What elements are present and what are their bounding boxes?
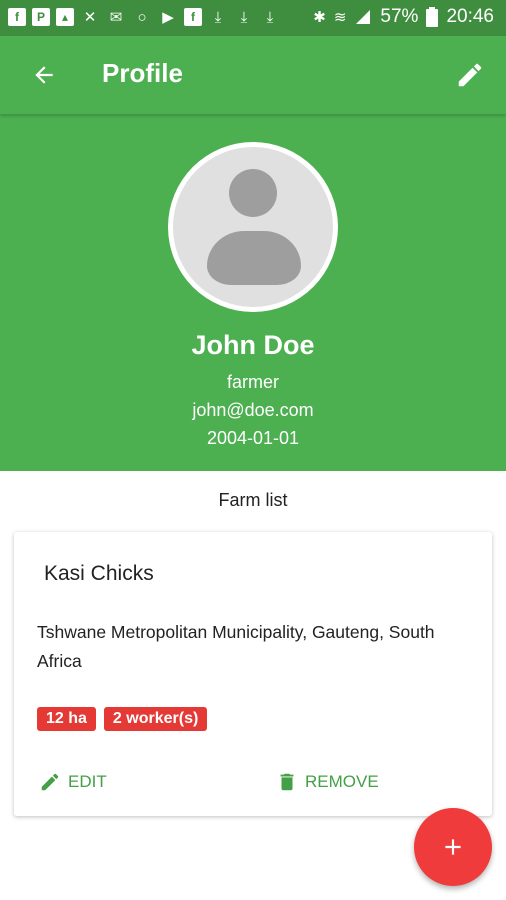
user-role: farmer (226, 372, 279, 392)
avatar-head-shape (229, 169, 277, 217)
system-indicators: ✱ ≋ 57% 20:46 (313, 6, 494, 28)
gallery-icon: ▴ (56, 8, 74, 26)
battery-percent: 57% (380, 6, 419, 27)
photo-app-icon: P (32, 8, 50, 26)
edit-farm-button[interactable]: EDIT (39, 771, 107, 793)
farm-address: Tshwane Metropolitan Municipality, Gaute… (37, 622, 435, 671)
edit-profile-button[interactable] (448, 53, 492, 97)
farm-card: Kasi Chicks Tshwane Metropolitan Municip… (14, 532, 492, 816)
user-name: John Doe (191, 330, 315, 360)
farm-workers-badge: 2 worker(s) (103, 707, 208, 731)
user-birthdate: 2004-01-01 (206, 428, 300, 448)
wifi-icon: ≋ (333, 9, 347, 26)
page-title: Profile (102, 58, 183, 88)
add-farm-button[interactable] (414, 808, 492, 886)
back-button[interactable] (22, 53, 66, 97)
flipboard-icon: ▶ (162, 8, 174, 26)
pencil-icon (41, 773, 59, 791)
app-bar: Profile (0, 36, 506, 114)
mail-icon: ✉ (109, 8, 123, 26)
bluetooth-icon: ✱ (313, 9, 326, 26)
facebook-icon: f (8, 8, 26, 26)
clock: 20:46 (446, 6, 494, 27)
circle-icon: ○ (137, 8, 147, 26)
avatar-placeholder (173, 147, 333, 307)
farm-badges: 12 ha 2 worker(s) (37, 707, 208, 731)
arrow-back-icon (35, 66, 53, 84)
farm-name: Kasi Chicks (44, 562, 154, 585)
edit-farm-label: EDIT (68, 772, 107, 791)
remove-farm-label: REMOVE (305, 772, 379, 791)
pencil-icon (458, 63, 482, 87)
tools-icon: ✕ (83, 8, 97, 26)
farm-size-badge: 12 ha (37, 707, 96, 731)
farm-list-heading: Farm list (218, 490, 288, 510)
facebook-icon: f (184, 8, 202, 26)
trash-icon (280, 773, 294, 791)
plus-icon (445, 839, 461, 855)
notification-icons: f P ▴ ✕ ✉ ○ ▶ f ⤓ ⤓ ⤓ (8, 7, 280, 27)
avatar-body-shape (207, 231, 301, 285)
download-icon: ⤓ (266, 8, 274, 26)
user-email: john@doe.com (192, 400, 314, 420)
status-bar: f P ▴ ✕ ✉ ○ ▶ f ⤓ ⤓ ⤓ ✱ ≋ 57% 20:46 (0, 0, 506, 36)
battery-icon (426, 7, 439, 27)
profile-header: John Doe farmer john@doe.com 2004-01-01 (0, 114, 506, 471)
download-icon: ⤓ (240, 8, 248, 26)
download-icon: ⤓ (214, 8, 222, 26)
avatar (168, 142, 338, 312)
signal-icon (356, 10, 371, 24)
remove-farm-button[interactable]: REMOVE (276, 771, 379, 793)
